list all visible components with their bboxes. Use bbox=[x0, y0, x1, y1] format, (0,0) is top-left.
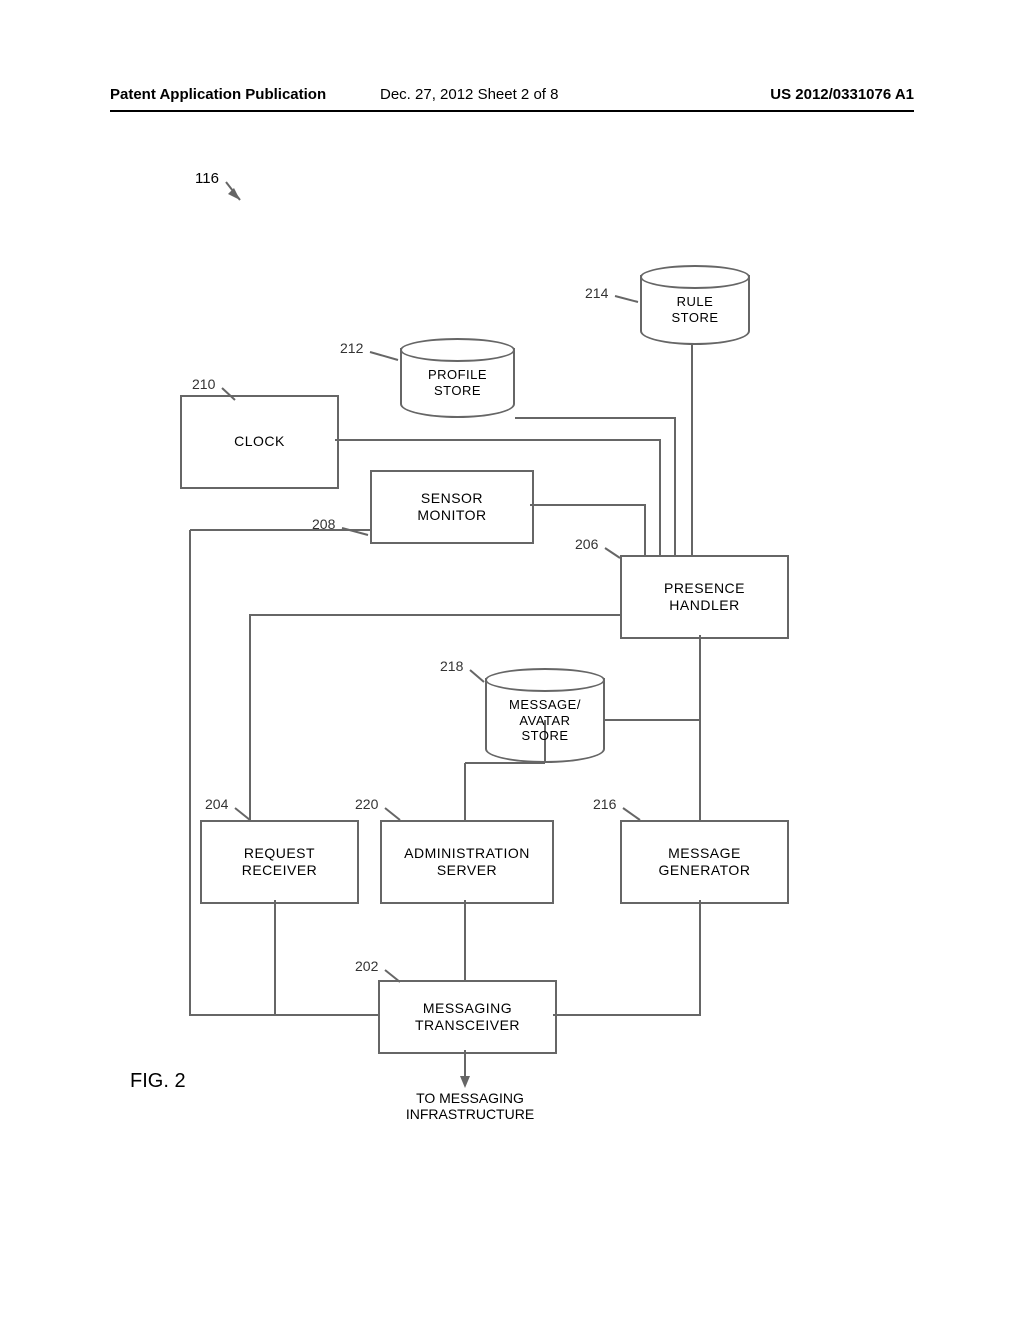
cyl-rule-store: RULE STORE bbox=[640, 265, 750, 345]
header-left: Patent Application Publication bbox=[110, 86, 326, 103]
diagram-stage: 116 CLOCK 210 PROFILE STORE 212 RULE STO… bbox=[100, 160, 920, 1210]
block-sensor-monitor-label: SENSOR MONITOR bbox=[417, 490, 486, 525]
block-presence-handler-label: PRESENCE HANDLER bbox=[664, 580, 745, 615]
header-right: US 2012/0331076 A1 bbox=[770, 86, 914, 103]
page: Patent Application Publication Dec. 27, … bbox=[0, 0, 1024, 1320]
block-request-receiver: REQUEST RECEIVER bbox=[200, 820, 359, 904]
ref-admin: 220 bbox=[355, 796, 378, 812]
block-clock: CLOCK bbox=[180, 395, 339, 489]
block-clock-label: CLOCK bbox=[234, 433, 285, 451]
header-rule bbox=[110, 110, 914, 112]
block-sensor-monitor: SENSOR MONITOR bbox=[370, 470, 534, 544]
block-messaging-transceiver-label: MESSAGING TRANSCEIVER bbox=[415, 1000, 520, 1035]
header-mid: Dec. 27, 2012 Sheet 2 of 8 bbox=[380, 86, 558, 103]
ref-sensor: 208 bbox=[312, 516, 335, 532]
ref-msgstore: 218 bbox=[440, 658, 463, 674]
cyl-message-avatar-store-label: MESSAGE/ AVATAR STORE bbox=[509, 687, 581, 744]
ref-rule: 214 bbox=[585, 285, 608, 301]
ref-presence: 206 bbox=[575, 536, 598, 552]
ref-profile: 212 bbox=[340, 340, 363, 356]
block-administration-server: ADMINISTRATION SERVER bbox=[380, 820, 554, 904]
block-message-generator-label: MESSAGE GENERATOR bbox=[659, 845, 751, 880]
cyl-rule-store-label: RULE STORE bbox=[671, 284, 718, 325]
block-messaging-transceiver: MESSAGING TRANSCEIVER bbox=[378, 980, 557, 1054]
footer-text: TO MESSAGING INFRASTRUCTURE bbox=[370, 1090, 570, 1122]
block-presence-handler: PRESENCE HANDLER bbox=[620, 555, 789, 639]
ref-request: 204 bbox=[205, 796, 228, 812]
block-administration-server-label: ADMINISTRATION SERVER bbox=[404, 845, 530, 880]
ref-overall: 116 bbox=[195, 170, 219, 187]
ref-clock: 210 bbox=[192, 376, 215, 392]
ref-msggen: 216 bbox=[593, 796, 616, 812]
cyl-profile-store-label: PROFILE STORE bbox=[428, 357, 487, 398]
figure-label: FIG. 2 bbox=[130, 1070, 186, 1093]
cyl-message-avatar-store: MESSAGE/ AVATAR STORE bbox=[485, 668, 605, 763]
cyl-profile-store: PROFILE STORE bbox=[400, 338, 515, 418]
block-request-receiver-label: REQUEST RECEIVER bbox=[242, 845, 318, 880]
ref-transceiver: 202 bbox=[355, 958, 378, 974]
block-message-generator: MESSAGE GENERATOR bbox=[620, 820, 789, 904]
